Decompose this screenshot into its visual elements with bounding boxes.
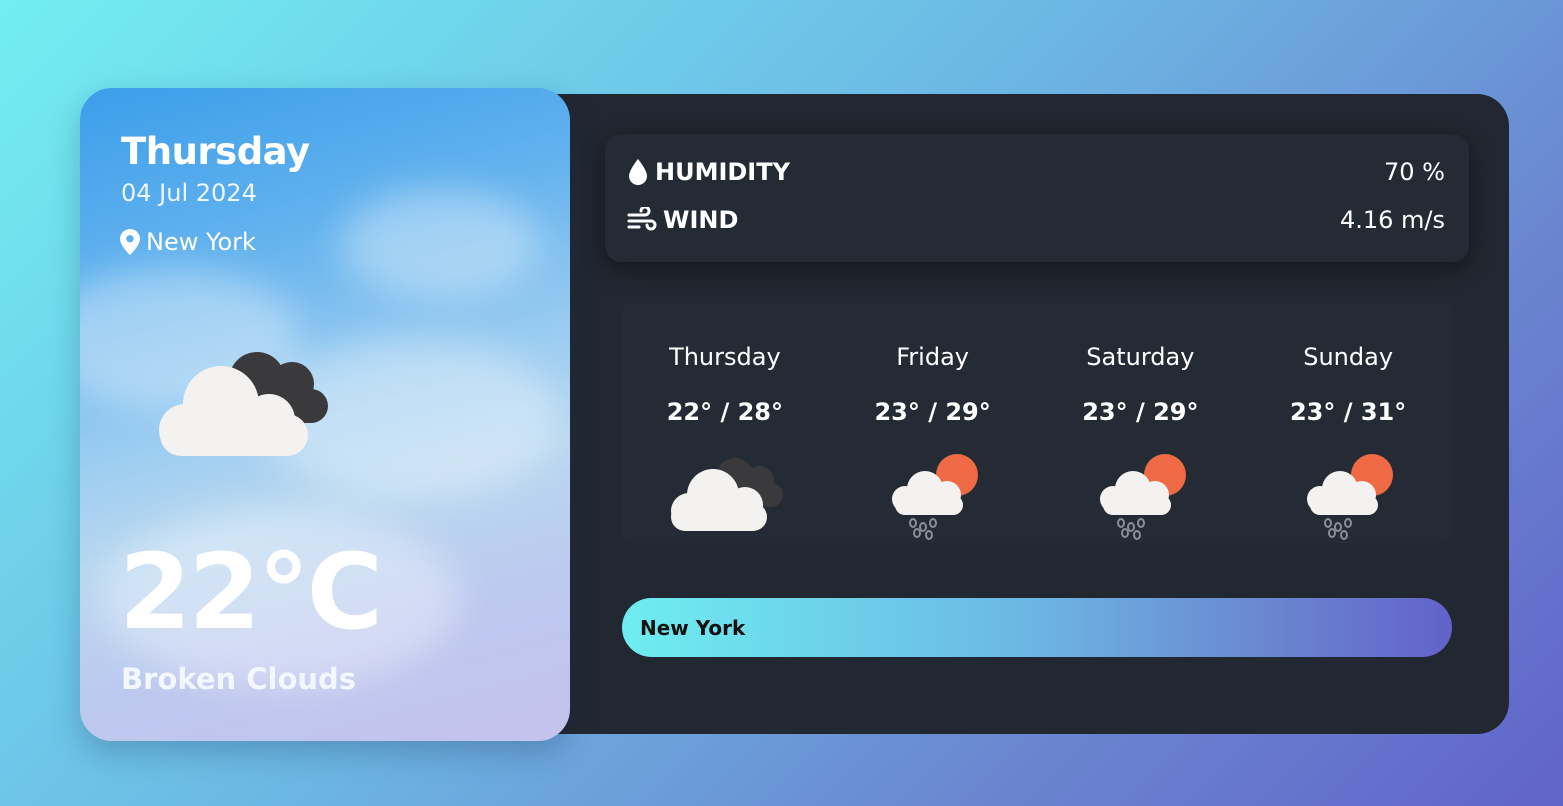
broken-clouds-icon bbox=[159, 352, 328, 456]
current-date: 04 Jul 2024 bbox=[121, 179, 257, 207]
humidity-label-group: HUMIDITY bbox=[627, 158, 790, 186]
forecast-day: Friday 23° / 29° bbox=[829, 303, 1037, 543]
wind-row: WIND 4.16 m/s bbox=[627, 206, 1445, 234]
forecast-temps: 23° / 31° bbox=[1289, 398, 1407, 426]
forecast-temps: 22° / 28° bbox=[666, 398, 784, 426]
forecast-day-name: Friday bbox=[896, 343, 969, 371]
humidity-label: HUMIDITY bbox=[655, 158, 790, 186]
sun-rain-icon bbox=[891, 454, 978, 540]
humidity-row: HUMIDITY 70 % bbox=[627, 158, 1445, 186]
broken-clouds-icon bbox=[671, 458, 783, 531]
forecast-day: Sunday 23° / 31° bbox=[1244, 303, 1452, 543]
location: New York bbox=[120, 228, 256, 256]
forecast-day-name: Sunday bbox=[1303, 343, 1394, 371]
forecast-day: Thursday 22° / 28° bbox=[621, 303, 829, 543]
current-day: Thursday bbox=[121, 130, 310, 173]
forecast-temps: 23° / 29° bbox=[1082, 398, 1199, 426]
humidity-value: 70 % bbox=[1384, 158, 1445, 186]
forecast-list: Thursday 22° / 28° Friday 23° / 29° Satu… bbox=[621, 303, 1452, 543]
wind-label-group: WIND bbox=[627, 206, 738, 234]
city-search-input[interactable] bbox=[622, 598, 1452, 657]
location-pin-icon bbox=[120, 229, 140, 255]
location-name: New York bbox=[146, 228, 256, 256]
stats-box: HUMIDITY 70 % WIND 4.16 m/s bbox=[605, 134, 1469, 262]
forecast-day: Saturday 23° / 29° bbox=[1037, 303, 1245, 543]
sun-rain-icon bbox=[1099, 454, 1186, 540]
current-temperature: 22°C bbox=[119, 531, 383, 653]
forecast-temps: 23° / 29° bbox=[874, 398, 991, 426]
wind-icon bbox=[627, 207, 657, 231]
sun-rain-icon bbox=[1307, 454, 1394, 540]
water-drop-icon bbox=[629, 159, 647, 185]
sky-cloud bbox=[340, 188, 540, 298]
wind-value: 4.16 m/s bbox=[1339, 206, 1445, 234]
weather-description: Broken Clouds bbox=[121, 662, 357, 696]
wind-label: WIND bbox=[663, 206, 739, 234]
current-weather-card: Thursday 04 Jul 2024 New York 22°C Broke… bbox=[80, 88, 570, 741]
forecast-day-name: Thursday bbox=[669, 343, 781, 371]
forecast-day-name: Saturday bbox=[1086, 343, 1195, 371]
